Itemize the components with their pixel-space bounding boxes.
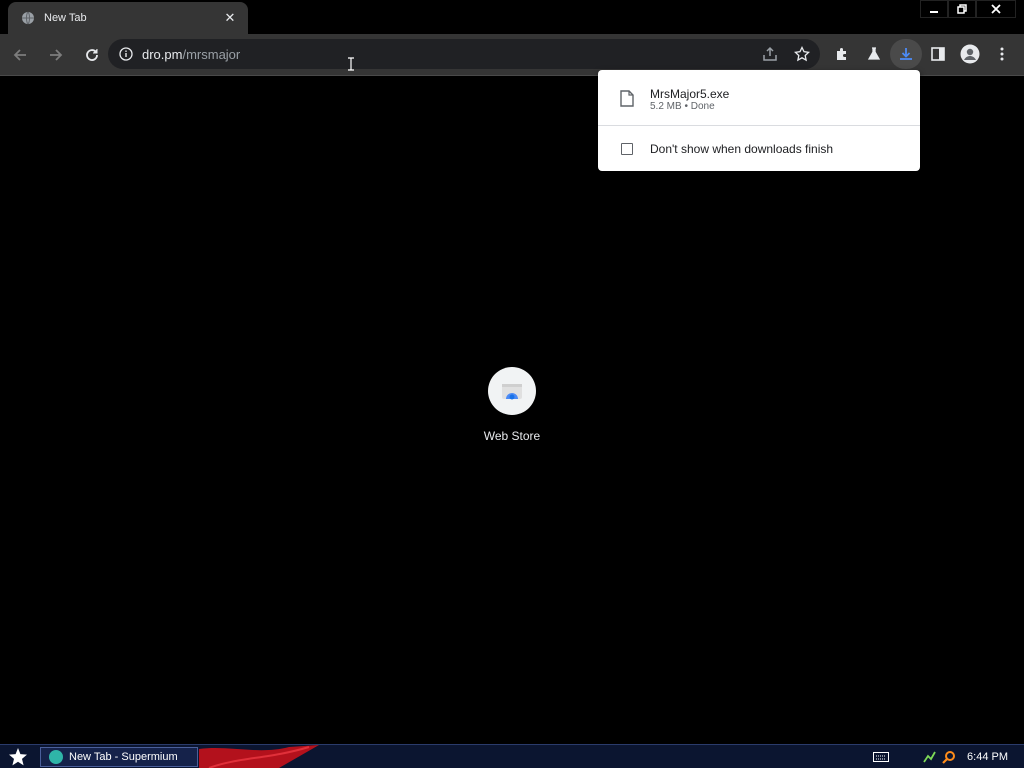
kebab-menu-icon bbox=[1000, 47, 1004, 61]
close-window-button[interactable] bbox=[976, 0, 1016, 18]
dont-show-label: Don't show when downloads finish bbox=[650, 141, 834, 156]
dont-show-option[interactable]: Don't show when downloads finish bbox=[598, 126, 920, 171]
labs-button[interactable] bbox=[858, 39, 890, 69]
reload-icon bbox=[86, 48, 98, 61]
shortcut-label: Web Store bbox=[483, 429, 541, 443]
puzzle-icon bbox=[837, 48, 846, 60]
downloads-bubble: MrsMajor5.exe 5.2 MB • Done Don't show w… bbox=[598, 70, 920, 171]
keyboard-icon[interactable] bbox=[873, 751, 890, 762]
flask-icon bbox=[867, 47, 881, 60]
forward-button[interactable] bbox=[40, 39, 72, 71]
url-text: dro.pm/mrsmajor bbox=[142, 47, 240, 62]
profile-button[interactable] bbox=[954, 39, 986, 69]
system-tray: 6:44 PM bbox=[873, 745, 1024, 768]
globe-icon bbox=[20, 10, 36, 26]
screen: New Tab ✕ dro.pm/mrsmajor MrsMajor5.exe … bbox=[0, 0, 1024, 768]
download-status: 5.2 MB • Done bbox=[650, 101, 715, 112]
taskbar-window-title: New Tab - Supermium bbox=[69, 751, 178, 763]
share-button[interactable] bbox=[754, 39, 786, 69]
side-panel-button[interactable] bbox=[922, 39, 954, 69]
reload-button[interactable] bbox=[76, 39, 108, 71]
shortcut-web-store[interactable]: Web Store bbox=[472, 367, 552, 449]
tab-title: New Tab bbox=[44, 12, 87, 24]
address-bar[interactable]: dro.pm/mrsmajor bbox=[108, 39, 820, 69]
taskbar-window-button[interactable]: New Tab - Supermium bbox=[40, 747, 198, 767]
forward-arrow-icon bbox=[50, 48, 63, 61]
back-arrow-icon bbox=[13, 48, 26, 61]
taskbar-decoration bbox=[199, 745, 319, 768]
share-icon bbox=[763, 46, 777, 61]
extensions-button[interactable] bbox=[826, 39, 858, 69]
search-icon[interactable] bbox=[941, 749, 957, 765]
site-info-icon[interactable] bbox=[118, 46, 134, 62]
taskbar: New Tab - Supermium 6:44 PM bbox=[0, 744, 1024, 768]
url-host: dro.pm bbox=[142, 46, 183, 62]
clock: 6:44 PM bbox=[967, 750, 1008, 763]
tab-close-icon[interactable]: ✕ bbox=[222, 11, 238, 26]
download-item[interactable]: MrsMajor5.exe 5.2 MB • Done bbox=[598, 70, 920, 126]
tab-new-tab[interactable]: New Tab ✕ bbox=[8, 2, 248, 34]
web-store-icon bbox=[488, 367, 536, 415]
tab-strip: New Tab ✕ bbox=[0, 0, 1024, 34]
side-panel-icon bbox=[931, 47, 945, 61]
network-icon[interactable] bbox=[921, 749, 937, 765]
file-icon bbox=[620, 90, 634, 107]
browser-app-icon bbox=[49, 750, 63, 764]
url-path: /mrsmajor bbox=[182, 46, 241, 62]
window-controls bbox=[920, 0, 1016, 18]
download-filename: MrsMajor5.exe bbox=[650, 87, 730, 101]
bookmark-button[interactable] bbox=[786, 39, 818, 69]
avatar-icon bbox=[960, 44, 980, 64]
toolbar-actions bbox=[754, 39, 1018, 69]
text-cursor-icon bbox=[348, 57, 354, 71]
start-star-icon bbox=[9, 748, 27, 766]
menu-button[interactable] bbox=[986, 39, 1018, 69]
back-button[interactable] bbox=[4, 39, 36, 71]
star-icon bbox=[794, 46, 810, 62]
downloads-button[interactable] bbox=[890, 39, 922, 69]
start-button[interactable] bbox=[4, 746, 32, 768]
minimize-button[interactable] bbox=[920, 0, 948, 18]
dont-show-checkbox[interactable] bbox=[621, 142, 633, 155]
restore-button[interactable] bbox=[948, 0, 976, 18]
download-icon bbox=[900, 48, 912, 60]
